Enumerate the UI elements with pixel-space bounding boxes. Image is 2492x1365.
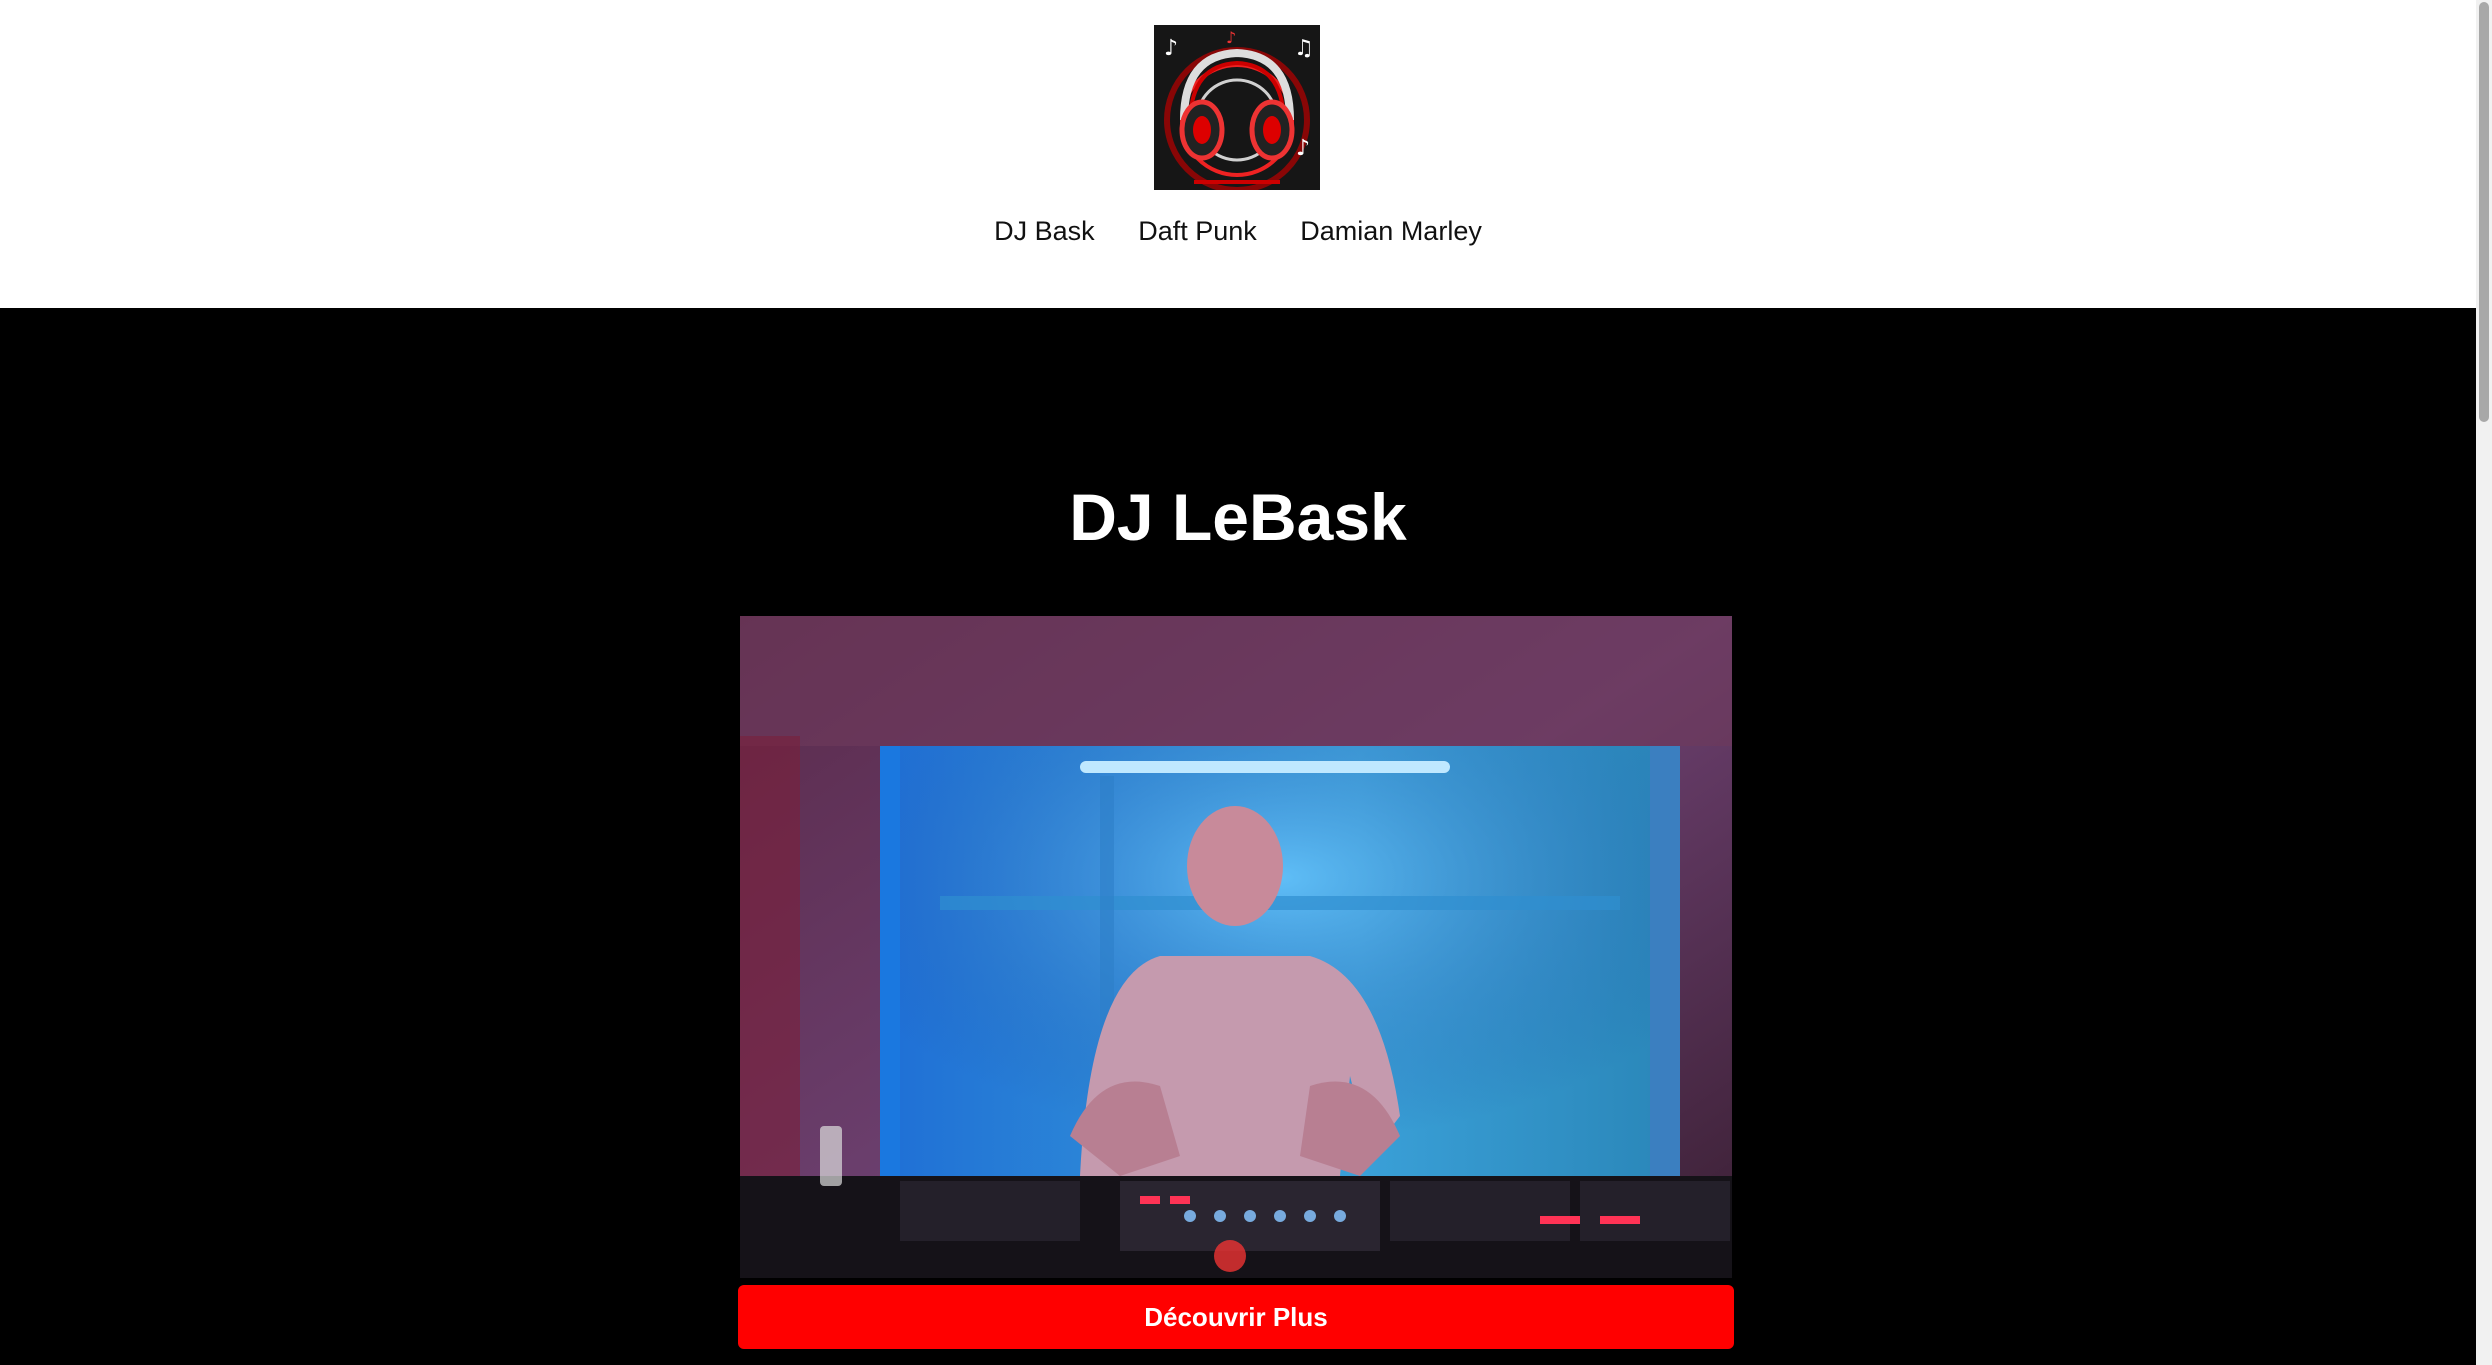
nav-item-dj-bask[interactable]: DJ Bask [994, 216, 1095, 247]
main-nav: DJ Bask Daft Punk Damian Marley [0, 216, 2476, 247]
svg-text:♪: ♪ [1296, 136, 1310, 161]
nav-item-daft-punk[interactable]: Daft Punk [1138, 216, 1257, 247]
page: ♪ ♫ ♪ ♪ DJ Bask Daft Punk Damian Marley … [0, 0, 2492, 1365]
nav-item-damian-marley[interactable]: Damian Marley [1300, 216, 1482, 247]
page-title: DJ LeBask [1069, 480, 1407, 554]
svg-text:♪: ♪ [1226, 28, 1236, 47]
site-header: ♪ ♫ ♪ ♪ DJ Bask Daft Punk Damian Marley [0, 0, 2476, 308]
hero-section: DJ LeBask Découvrir Plus [0, 308, 2476, 1365]
discover-more-button[interactable]: Découvrir Plus [738, 1285, 1734, 1349]
headphones-logo-icon[interactable]: ♪ ♫ ♪ ♪ [1154, 25, 1320, 190]
svg-text:♫: ♫ [1294, 36, 1314, 61]
vertical-scrollbar[interactable] [2476, 0, 2492, 1365]
scrollbar-thumb[interactable] [2479, 2, 2489, 422]
dj-photo [740, 616, 1732, 1278]
svg-text:♪: ♪ [1164, 36, 1178, 61]
